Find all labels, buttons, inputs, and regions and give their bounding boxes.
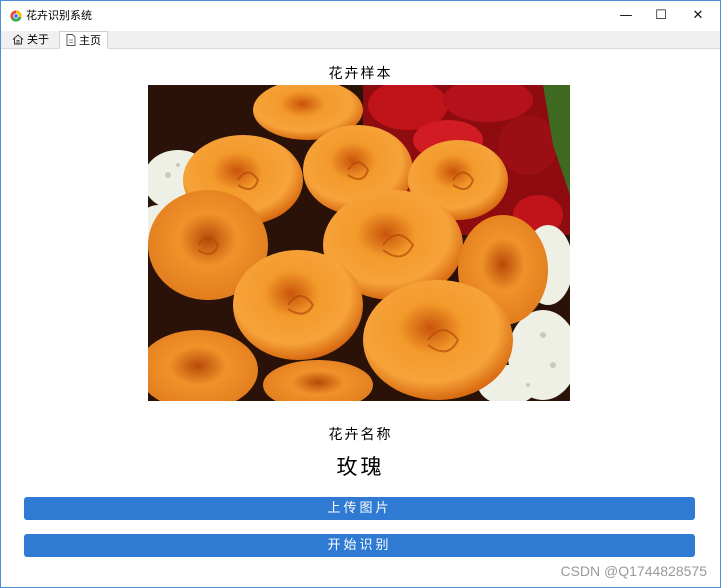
app-window: 花卉识别系统 — ☐ ✕ 关于 主页 花卉样本 花卉名称 玫瑰 上传图片 开始识… [0,0,721,588]
tab-main[interactable]: 主页 [59,31,108,49]
title-bar: 花卉识别系统 — ☐ ✕ [1,1,720,31]
app-icon [10,10,22,22]
tab-main-label: 主页 [79,33,101,47]
recognition-result: 玫瑰 [336,455,385,479]
home-icon [12,34,24,45]
close-button[interactable]: ✕ [681,1,715,31]
flower-name-label: 花卉名称 [328,427,393,443]
start-recognition-button[interactable]: 开始识别 [24,534,695,557]
watermark: CSDN @Q1744828575 [560,563,707,579]
maximize-button[interactable]: ☐ [644,1,678,31]
minimize-button[interactable]: — [609,1,643,31]
sample-label: 花卉样本 [328,66,393,82]
page-icon [66,34,76,46]
minimize-icon: — [619,8,633,23]
window-title: 花卉识别系统 [26,9,92,22]
tab-about-label: 关于 [27,33,49,46]
upload-image-button[interactable]: 上传图片 [24,497,695,520]
tab-about[interactable]: 关于 [6,31,55,48]
flower-sample-image [148,85,570,401]
tab-bar: 关于 主页 [1,31,720,49]
close-icon: ✕ [692,8,704,23]
maximize-icon: ☐ [655,8,667,23]
